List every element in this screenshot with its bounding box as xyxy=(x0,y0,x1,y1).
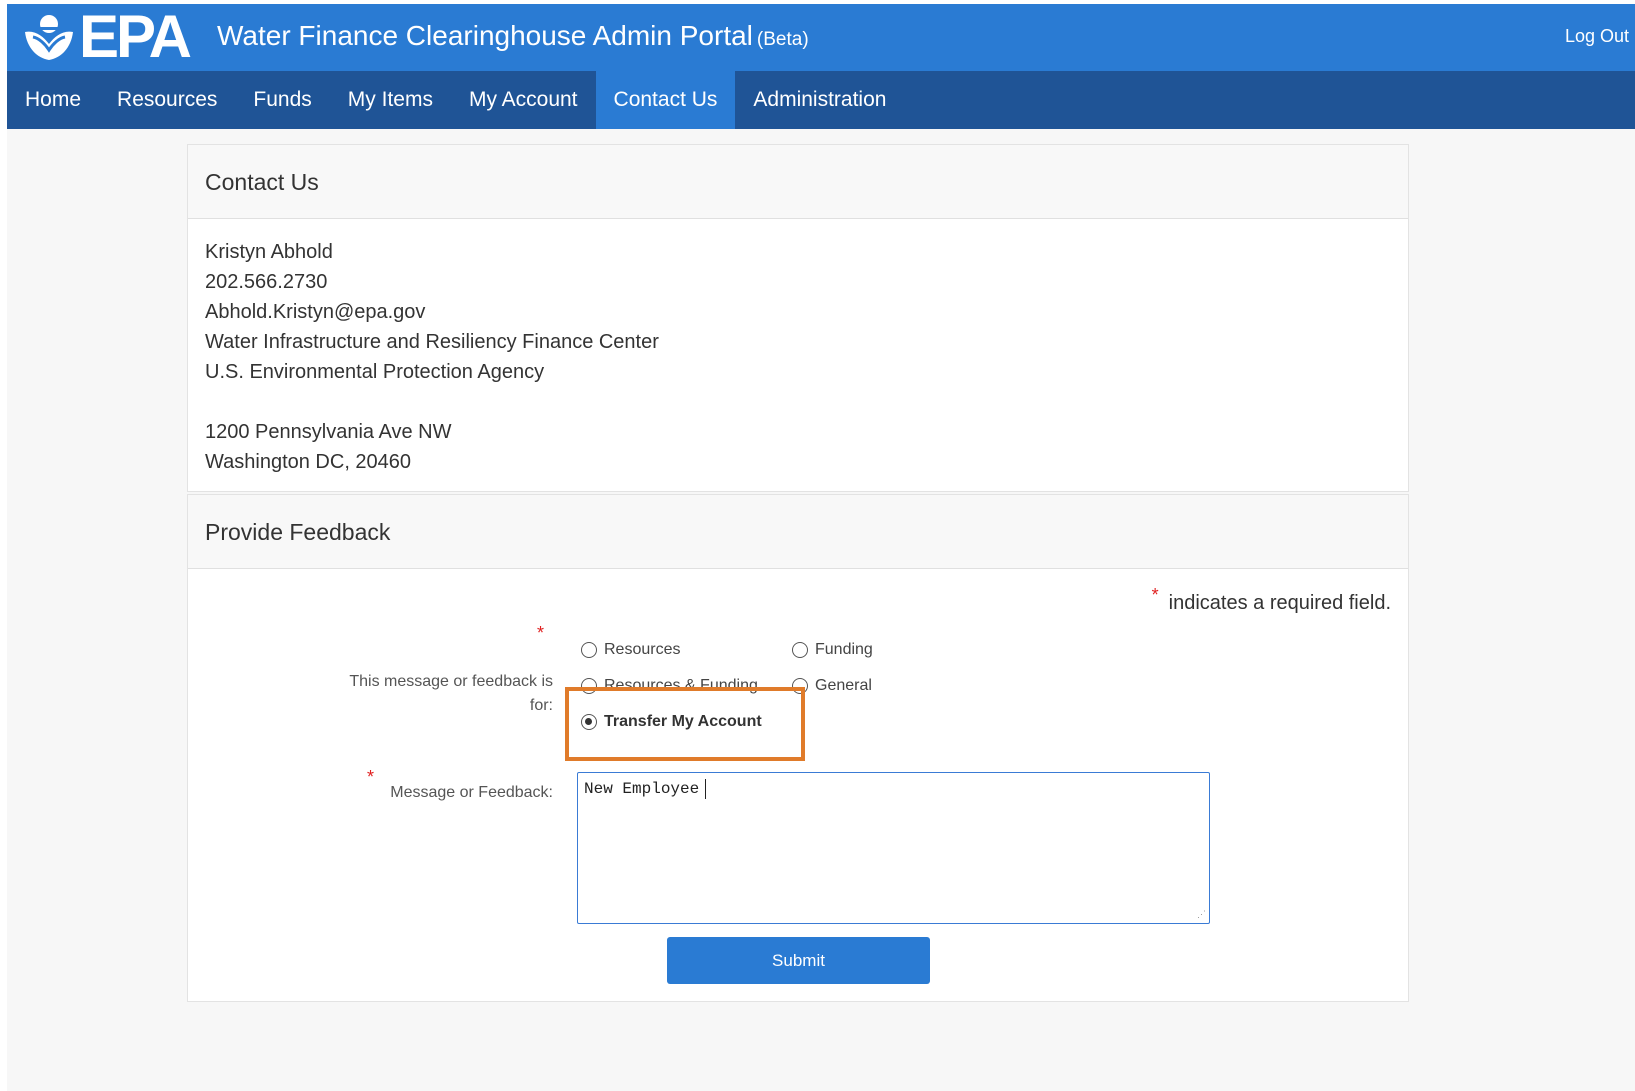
main-nav: Home Resources Funds My Items My Account… xyxy=(7,71,1635,129)
contact-city: Washington DC, 20460 xyxy=(205,451,412,473)
radio-circle xyxy=(792,642,808,658)
nav-item-resources[interactable]: Resources xyxy=(99,71,235,129)
required-star: * xyxy=(1151,585,1159,605)
nav-item-funds[interactable]: Funds xyxy=(235,71,329,129)
contact-phone: 202.566.2730 xyxy=(205,271,328,293)
nav-item-administration[interactable]: Administration xyxy=(735,71,904,129)
radio-circle xyxy=(581,642,597,658)
radio-funding[interactable]: Funding xyxy=(792,641,873,659)
message-label: Message or Feedback: xyxy=(390,784,553,801)
message-textarea[interactable]: New Employee ⋰ xyxy=(577,772,1210,924)
category-required-star: * xyxy=(537,623,545,643)
text-caret xyxy=(705,779,707,799)
radio-resources[interactable]: Resources xyxy=(581,641,680,659)
radio-label: Transfer My Account xyxy=(604,713,762,730)
radio-label: Funding xyxy=(815,641,873,658)
logo-text: EPA xyxy=(79,4,192,70)
epa-logo[interactable]: EPA xyxy=(21,4,193,70)
radio-circle xyxy=(792,678,808,694)
feedback-heading: Provide Feedback xyxy=(188,495,1408,569)
contact-street: 1200 Pennsylvania Ave NW xyxy=(205,421,452,443)
contact-spacer xyxy=(205,387,659,417)
contact-details: Kristyn Abhold 202.566.2730 Abhold.Krist… xyxy=(205,237,659,477)
app-title-text: Water Finance Clearinghouse Admin Portal xyxy=(217,20,753,51)
feedback-panel: Provide Feedback * indicates a required f… xyxy=(187,494,1409,1002)
radio-general[interactable]: General xyxy=(792,677,872,695)
nav-item-my-items[interactable]: My Items xyxy=(330,71,451,129)
contact-panel: Contact Us Kristyn Abhold 202.566.2730 A… xyxy=(187,144,1409,492)
nav-item-home[interactable]: Home xyxy=(7,71,99,129)
required-note: * indicates a required field. xyxy=(1152,585,1391,615)
header-bar: EPA Water Finance Clearinghouse Admin Po… xyxy=(7,4,1635,71)
resize-grip-icon[interactable]: ⋰ xyxy=(1197,911,1206,920)
contact-heading: Contact Us xyxy=(188,145,1408,219)
submit-button[interactable]: Submit xyxy=(667,937,930,984)
nav-item-my-account[interactable]: My Account xyxy=(451,71,596,129)
required-note-text: indicates a required field. xyxy=(1168,592,1391,614)
contact-name: Kristyn Abhold xyxy=(205,241,333,263)
page-frame: EPA Water Finance Clearinghouse Admin Po… xyxy=(7,4,1635,1091)
radio-circle-selected xyxy=(581,714,597,730)
radio-label: Resources & Funding xyxy=(604,677,758,694)
radio-transfer-my-account[interactable]: Transfer My Account xyxy=(581,713,762,731)
radio-label: General xyxy=(815,677,872,694)
radio-circle xyxy=(581,678,597,694)
epa-flower-icon xyxy=(25,15,73,60)
nav-item-contact-us[interactable]: Contact Us xyxy=(595,71,736,129)
contact-center: Water Infrastructure and Resiliency Fina… xyxy=(205,331,659,353)
message-text: New Employee xyxy=(584,780,700,799)
category-label: This message or feedback is for: xyxy=(349,673,553,714)
radio-resources-funding[interactable]: Resources & Funding xyxy=(581,677,758,695)
logout-link[interactable]: Log Out xyxy=(1565,24,1629,48)
contact-email: Abhold.Kristyn@epa.gov xyxy=(205,301,426,323)
radio-label: Resources xyxy=(604,641,681,658)
contact-agency: U.S. Environmental Protection Agency xyxy=(205,361,545,383)
app-title: Water Finance Clearinghouse Admin Portal… xyxy=(217,18,809,58)
beta-badge: (Beta) xyxy=(756,29,809,50)
